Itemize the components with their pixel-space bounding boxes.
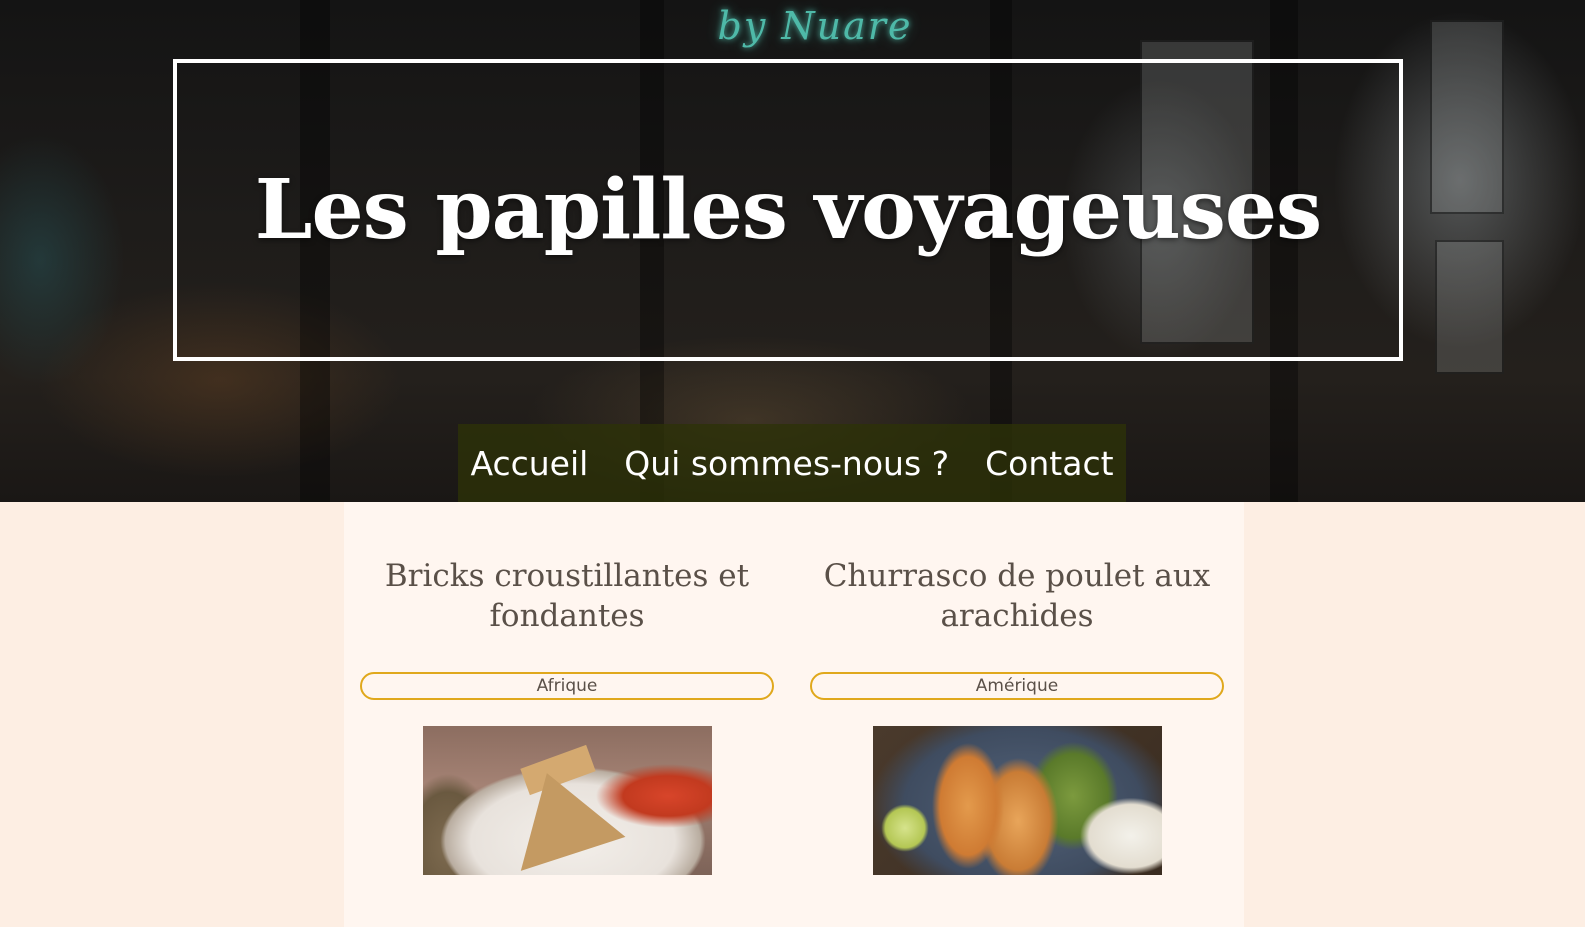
nav-link-qui-sommes-nous[interactable]: Qui sommes-nous ?: [624, 444, 949, 483]
nav-link-accueil[interactable]: Accueil: [470, 444, 588, 483]
recipe-photo[interactable]: [422, 726, 712, 875]
brick-pastry: [494, 756, 625, 871]
recipe-photo[interactable]: [872, 726, 1162, 875]
hero-window: [1435, 240, 1504, 374]
hero-banner: by Nuare Les papilles voyageuses Accueil…: [0, 0, 1585, 502]
site-title: Les papilles voyageuses: [254, 162, 1322, 258]
main-nav: Accueil Qui sommes-nous ? Contact: [458, 424, 1126, 502]
region-tag[interactable]: Amérique: [810, 672, 1224, 700]
recipe-list: Bricks croustillantes et fondantes Afriq…: [344, 502, 1244, 927]
recipe-title[interactable]: Churrasco de poulet aux arachides: [810, 556, 1224, 636]
recipe-title[interactable]: Bricks croustillantes et fondantes: [360, 556, 774, 636]
title-frame: Les papilles voyageuses: [173, 59, 1403, 361]
nav-link-contact[interactable]: Contact: [985, 444, 1113, 483]
region-tag[interactable]: Afrique: [360, 672, 774, 700]
recipe-card[interactable]: Bricks croustillantes et fondantes Afriq…: [360, 502, 774, 875]
neon-sign: by Nuare: [717, 4, 913, 48]
recipe-card[interactable]: Churrasco de poulet aux arachides Amériq…: [810, 502, 1224, 875]
hero-window: [1430, 20, 1504, 214]
